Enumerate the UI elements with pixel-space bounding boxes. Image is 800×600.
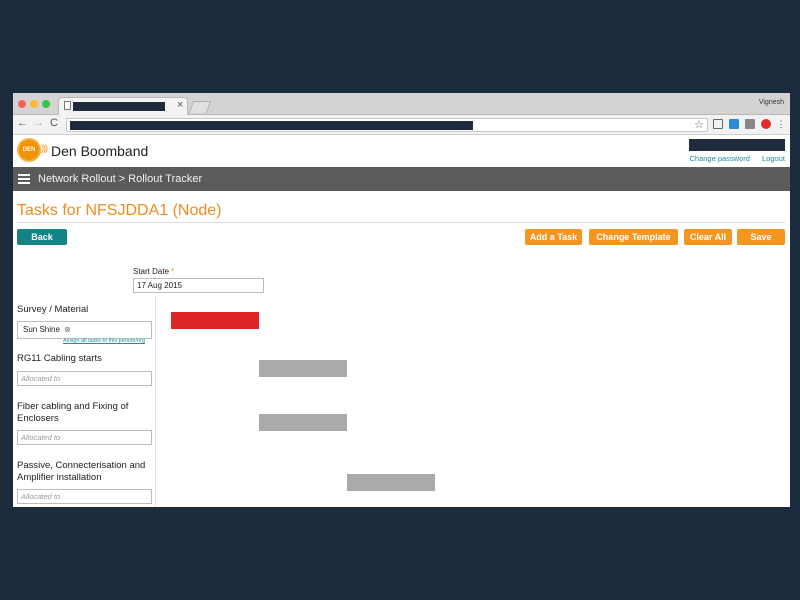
browser-tab[interactable]: ×: [58, 97, 188, 115]
mail-extension-icon[interactable]: [713, 119, 723, 129]
allocated-to-field[interactable]: Allocated to: [17, 371, 152, 386]
app-header: DEN ))) Den Boomband Change password Log…: [13, 135, 790, 167]
maximize-window-button[interactable]: [42, 100, 50, 108]
task-bar-fiber-cabling[interactable]: [259, 414, 347, 431]
lock-extension-icon[interactable]: [745, 119, 755, 129]
task-name: Fiber cabling and Fixing of Enclosers: [17, 401, 129, 424]
task-name: Passive, Connecterisation and Amplifier …: [17, 460, 146, 483]
assign-all-link[interactable]: Assign all tasks to this person/org: [63, 338, 145, 344]
title-divider: [17, 222, 785, 223]
signal-waves-icon: ))): [41, 143, 48, 153]
address-bar-row: ← → C ☆ ⋮: [13, 115, 790, 135]
add-task-button[interactable]: Add a Task: [525, 229, 582, 245]
forward-arrow-icon[interactable]: →: [33, 117, 44, 129]
allocated-to-field[interactable]: Allocated to: [17, 489, 152, 504]
task-name: RG11 Cabling starts: [17, 353, 102, 364]
allocated-to-field[interactable]: Allocated to: [17, 430, 152, 445]
change-password-link[interactable]: Change password: [689, 154, 749, 163]
menu-dots-icon[interactable]: ⋮: [776, 119, 786, 129]
task-bar-survey[interactable]: [171, 312, 259, 329]
nav-band: Network Rollout > Rollout Tracker: [13, 167, 790, 191]
bookmark-star-icon[interactable]: ☆: [694, 118, 704, 131]
close-icon[interactable]: ×: [177, 99, 183, 111]
page-icon: [64, 101, 71, 110]
back-arrow-icon[interactable]: ←: [17, 117, 28, 129]
required-marker: *: [171, 267, 175, 276]
profile-name[interactable]: Vignesh: [759, 99, 784, 106]
start-date-label: Start Date *: [133, 267, 174, 276]
assignee-chip: Sun Shine ⊗: [23, 324, 71, 336]
browser-window: × Vignesh ← → C ☆ ⋮ DEN ))) Den Boomband…: [13, 93, 790, 507]
assignee-name: Sun Shine: [23, 325, 60, 334]
user-name-redacted: [689, 139, 785, 151]
clear-all-button[interactable]: Clear All: [684, 229, 732, 245]
page-title: Tasks for NFSJDDA1 (Node): [17, 202, 222, 219]
change-template-button[interactable]: Change Template: [589, 229, 678, 245]
tab-title-redacted: [73, 102, 165, 111]
task-name: Survey / Material: [17, 304, 89, 315]
task-bar-passive-connecterisation[interactable]: [347, 474, 435, 491]
pinterest-extension-icon[interactable]: [761, 119, 771, 129]
new-tab-button[interactable]: [188, 101, 212, 113]
save-button[interactable]: Save: [737, 229, 785, 245]
header-links: Change password Logout: [679, 154, 785, 163]
logo[interactable]: DEN: [17, 138, 41, 162]
minimize-window-button[interactable]: [30, 100, 38, 108]
close-window-button[interactable]: [18, 100, 26, 108]
gantt-divider: [155, 296, 156, 507]
remove-assignee-icon[interactable]: ⊗: [64, 324, 71, 336]
url-input[interactable]: ☆: [66, 118, 708, 132]
start-date-input[interactable]: 17 Aug 2015: [133, 278, 264, 293]
url-redacted: [70, 121, 473, 130]
browser-tab-bar: × Vignesh: [13, 93, 790, 115]
skype-extension-icon[interactable]: [729, 119, 739, 129]
brand-name: Den Boomband: [51, 143, 149, 159]
hamburger-menu-icon[interactable]: [18, 174, 30, 184]
reload-icon[interactable]: C: [50, 117, 58, 129]
task-bar-rg11-cabling[interactable]: [259, 360, 347, 377]
breadcrumb: Network Rollout > Rollout Tracker: [38, 173, 203, 185]
allocated-to-field[interactable]: Sun Shine ⊗: [17, 321, 152, 339]
logout-link[interactable]: Logout: [762, 154, 785, 163]
back-button[interactable]: Back: [17, 229, 67, 245]
start-date-label-text: Start Date: [133, 267, 170, 276]
